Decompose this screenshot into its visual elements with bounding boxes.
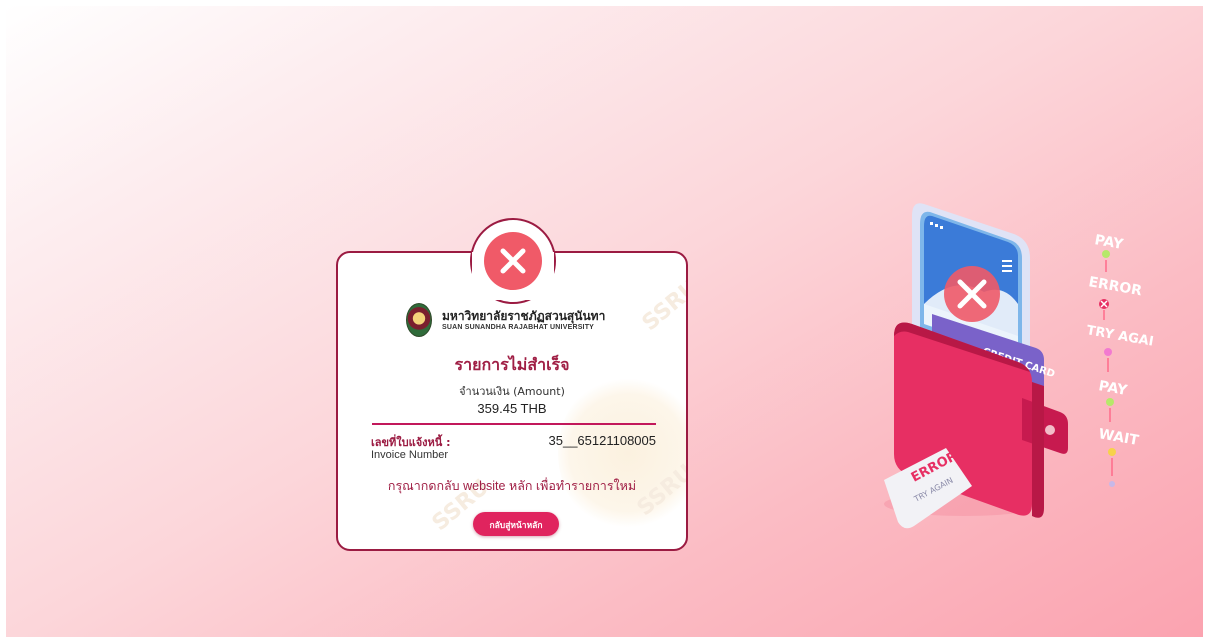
svg-text:WAIT: WAIT xyxy=(1097,426,1140,449)
watermark-text: SSRU xyxy=(637,274,688,337)
svg-text:ERROR: ERROR xyxy=(1087,274,1143,299)
svg-text:PAY: PAY xyxy=(1097,378,1129,399)
university-header: มหาวิทยาลัยราชภัฏสวนสุนันทา SUAN SUNANDH… xyxy=(406,303,605,337)
back-to-home-button[interactable]: กลับสู่หน้าหลัก xyxy=(473,512,559,536)
svg-text:PAY: PAY xyxy=(1093,232,1125,253)
flow-steps: PAY ERROR TRY AGAIN PAY WAIT xyxy=(1085,232,1165,487)
university-name-thai: มหาวิทยาลัยราชภัฏสวนสุนันทา xyxy=(442,308,606,323)
status-title: รายการไม่สำเร็จ xyxy=(454,355,570,374)
amount-value: 359.45 THB xyxy=(477,401,547,416)
error-x-icon xyxy=(484,232,542,290)
payment-failed-illustration: CREDIT CARD ERROR TRY AGAIN PAY ERROR xyxy=(854,186,1165,546)
svg-text:TRY AGAIN: TRY AGAIN xyxy=(1085,323,1154,351)
university-name-english: SUAN SUNANDHA RAJABHAT UNIVERSITY xyxy=(442,323,595,331)
divider xyxy=(372,423,656,425)
amount-label: จำนวนเงิน (Amount) xyxy=(459,385,565,398)
instruction-text: กรุณากดกลับ website หลัก เพื่อทำรายการให… xyxy=(387,479,637,493)
university-logo xyxy=(406,303,432,337)
invoice-label-english: Invoice Number xyxy=(371,449,449,461)
invoice-number-value: 35__65121108005 xyxy=(548,433,657,448)
